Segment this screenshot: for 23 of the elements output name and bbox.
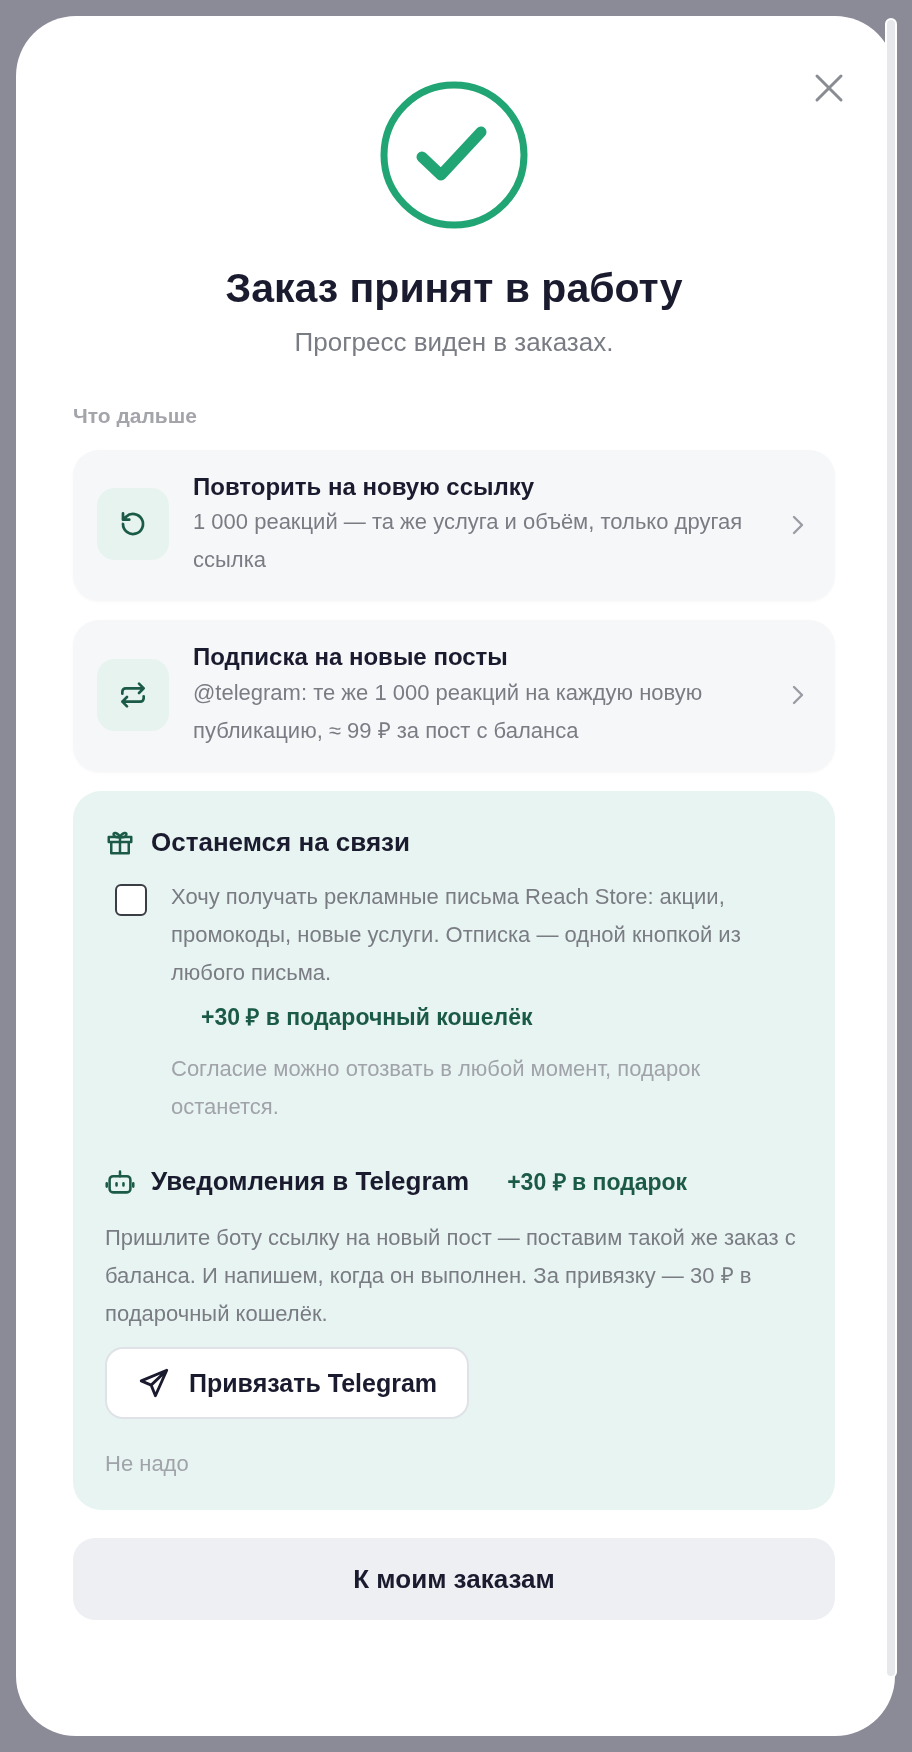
section-label: Что дальше — [73, 403, 198, 430]
title: Заказ принят в работу — [224, 264, 684, 313]
success-check-icon — [379, 80, 529, 230]
action-title: Повторить на новую ссылку — [193, 471, 536, 502]
bonus-text: +30 ₽ в подарочный кошелёк — [200, 1002, 534, 1032]
close-icon — [813, 72, 845, 104]
link-telegram-button[interactable]: Привязать Telegram — [105, 1347, 470, 1420]
action-description: 1 000 реакций — та же услуга и объём, только другая ссылка — [193, 508, 744, 575]
bonus-text: +30 ₽ в подарок — [507, 1167, 688, 1197]
checkbox[interactable] — [115, 883, 147, 916]
section-heading: Останемся на связи — [151, 825, 410, 859]
action-title: Подписка на новые посты — [193, 642, 509, 673]
action-description: @telegram: те же 1 000 реакций на каждую новую публикацию, ≈ 99 ₽ за пост с баланса — [193, 678, 704, 745]
subtitle: Прогресс виден в заказах. — [293, 326, 615, 360]
scrollbar[interactable] — [885, 18, 897, 1678]
consent-text: Хочу получать рекламные письма Reach Store: акции, промокоды, новые услуги. Отписка — одной кнопкой из любого письма. — [171, 882, 742, 987]
close-button[interactable] — [813, 72, 845, 104]
orders-button[interactable]: К моим заказам — [73, 1538, 835, 1621]
telegram-heading: Уведомления в Telegram — [151, 1165, 470, 1199]
action-card[interactable]: Повторить на новую ссылку 1 000 реакций — та же услуга и объём, только другая ссылка — [73, 449, 835, 602]
consent-note: Согласие можно отозвать в любой момент, подарок останется. — [171, 1055, 702, 1122]
telegram-description: Пришлите боту ссылку на новый пост — поставим такой же заказ с баланса. И напишем, когда он выполнен. За привязку — 30 ₽ в подарочный кошелёк. — [105, 1224, 797, 1329]
action-card[interactable]: Подписка на новые посты @telegram: те же 1 000 реакций на каждую новую публикацию, ≈ 99 ₽ за пост с баланса — [73, 620, 835, 772]
